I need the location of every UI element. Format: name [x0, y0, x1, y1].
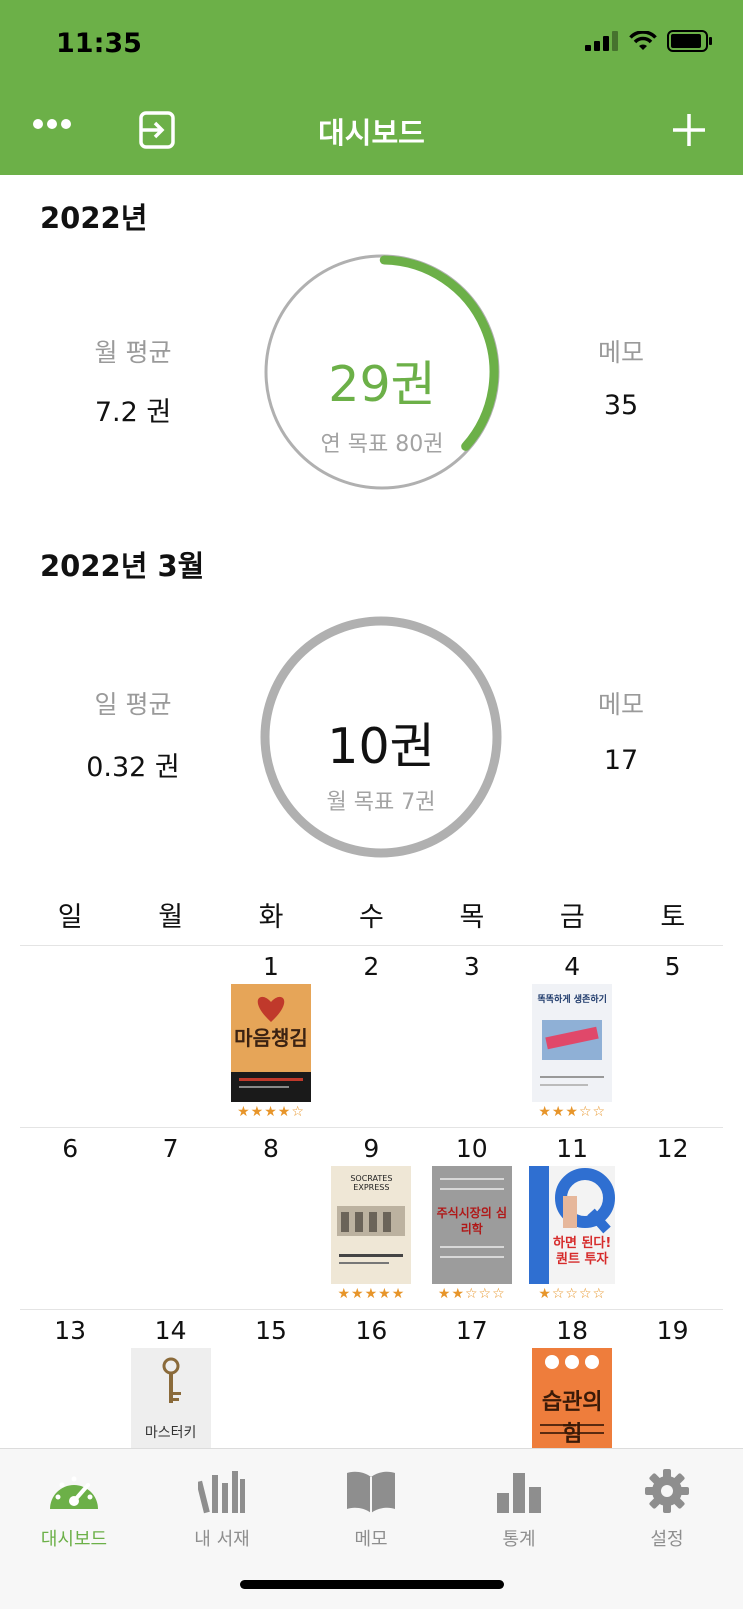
book-title: SOCRATES EXPRESS	[350, 1174, 393, 1192]
year-goal: 연 목표 80권	[320, 432, 444, 457]
calendar-grid: 1 마음챙김 ★★★★☆ 2 3 4 똑똑하게 생존하기 ★★★☆☆ 5 6 7…	[20, 945, 723, 1491]
weekday-thu: 목	[459, 902, 485, 933]
rating-stars: ★★★★☆	[237, 1104, 305, 1120]
calendar-day	[20, 946, 120, 1128]
weekday-sun: 일	[57, 902, 83, 933]
rating-stars: ★★☆☆☆	[437, 1286, 506, 1302]
app-root: 11:35 대시보드 2022년 월 평균 7.2 권 메모 35 29권 연 …	[0, 0, 743, 1609]
gear-icon	[645, 1469, 689, 1513]
calendar-day[interactable]: 4 똑똑하게 생존하기 ★★★☆☆	[522, 946, 622, 1128]
day-number: 1	[263, 952, 279, 981]
year-right-value: 35	[603, 390, 639, 421]
weekday-sat: 토	[660, 902, 686, 933]
book-title: 마스터키	[144, 1425, 197, 1441]
day-number: 4	[564, 952, 581, 981]
book-title: 똑똑하게 생존하기	[537, 995, 607, 1005]
book-cover[interactable]: 마음챙김	[230, 984, 311, 1102]
weekday-header: 일 월 화 수 목 금 토	[20, 895, 723, 934]
calendar-day	[120, 946, 220, 1128]
rating-stars: ★★★☆☆	[538, 1104, 607, 1120]
month-count: 10권	[327, 718, 435, 775]
battery-icon	[667, 30, 712, 52]
day-number: 9	[363, 1134, 380, 1163]
weekday-mon: 월	[158, 902, 184, 933]
calendar-day: 2	[363, 952, 380, 981]
tab-settings[interactable]: 설정	[607, 1467, 727, 1551]
calendar-day[interactable]: 10 주식시장의 심리학 ★★☆☆☆	[422, 1128, 522, 1310]
calendar-day: 12	[656, 1134, 689, 1163]
tab-label: 통계	[502, 1529, 536, 1550]
tab-label: 내 서재	[194, 1529, 250, 1550]
calendar-day[interactable]: 11 하면 된다! 퀀트 투자 ★☆☆☆☆	[522, 1128, 622, 1310]
rating-stars: ★☆☆☆☆	[538, 1286, 607, 1302]
tab-stats[interactable]: 통계	[459, 1467, 579, 1551]
day-number: 18	[556, 1316, 589, 1345]
signal-icon	[585, 31, 618, 51]
page-title: 대시보드	[318, 116, 425, 150]
open-book-icon	[347, 1471, 395, 1513]
day-number: 14	[154, 1316, 187, 1345]
book-title: 마음챙김	[234, 1026, 308, 1050]
tab-label: 메모	[354, 1529, 388, 1550]
calendar-day[interactable]: 1 마음챙김 ★★★★☆	[221, 946, 321, 1128]
weekday-tue: 화	[258, 902, 284, 933]
calendar-day: 7	[162, 1134, 179, 1163]
year-title: 2022년	[40, 201, 148, 235]
calendar-week: 6 7 8 9 SOCRATES EXPRESS ★★★★★ 10 주식시장의 …	[20, 1127, 723, 1309]
book-title: 하면 된다! 퀀트 투자	[553, 1236, 612, 1268]
tab-label: 설정	[650, 1529, 684, 1550]
header: 11:35 대시보드	[0, 0, 743, 175]
month-left-value: 0.32 권	[86, 752, 180, 783]
home-indicator	[240, 1580, 504, 1589]
tab-memo[interactable]: 메모	[311, 1467, 431, 1551]
add-icon[interactable]	[671, 112, 707, 148]
calendar-day: 6	[62, 1134, 79, 1163]
book-title: 주식시장의 심리학	[436, 1206, 507, 1236]
month-title: 2022년 3월	[40, 549, 205, 583]
year-left-value: 7.2 권	[94, 397, 172, 428]
day-number: 10	[455, 1134, 488, 1163]
calendar-day: 5	[664, 952, 681, 981]
year-count: 29권	[328, 356, 436, 413]
weekday-wed: 수	[359, 902, 384, 933]
year-left-label: 월 평균	[94, 338, 172, 367]
tab-library[interactable]: 내 서재	[162, 1467, 282, 1551]
year-right-label: 메모	[597, 338, 644, 367]
calendar-week: 1 마음챙김 ★★★★☆ 2 3 4 똑똑하게 생존하기 ★★★☆☆ 5	[20, 945, 723, 1127]
book-title: 습관의 힘	[541, 1390, 603, 1447]
status-icons	[585, 30, 713, 52]
month-goal: 월 목표 7권	[326, 790, 436, 815]
month-left-label: 일 평균	[94, 690, 172, 719]
weekday-fri: 금	[559, 902, 585, 933]
tab-label: 대시보드	[40, 1529, 108, 1550]
bar-chart-icon	[497, 1473, 541, 1513]
rating-stars: ★★★★★	[337, 1286, 406, 1302]
bookshelf-icon	[196, 1471, 245, 1514]
book-cover[interactable]: 주식시장의 심리학	[431, 1166, 512, 1284]
month-right-label: 메모	[597, 690, 644, 719]
calendar-day: 3	[463, 952, 480, 981]
calendar-day[interactable]: 9 SOCRATES EXPRESS ★★★★★	[321, 1128, 421, 1310]
speedometer-icon	[50, 1476, 98, 1509]
book-cover[interactable]: 똑똑하게 생존하기	[532, 984, 613, 1102]
book-cover[interactable]: 하면 된다! 퀀트 투자	[529, 1166, 616, 1284]
calendar-day: 8	[263, 1134, 279, 1163]
status-time: 11:35	[56, 28, 142, 59]
day-number: 11	[556, 1134, 589, 1163]
wifi-icon	[629, 31, 657, 50]
book-cover[interactable]: SOCRATES EXPRESS	[331, 1166, 412, 1284]
tab-dashboard[interactable]: 대시보드	[14, 1467, 134, 1551]
month-right-value: 17	[603, 745, 639, 776]
